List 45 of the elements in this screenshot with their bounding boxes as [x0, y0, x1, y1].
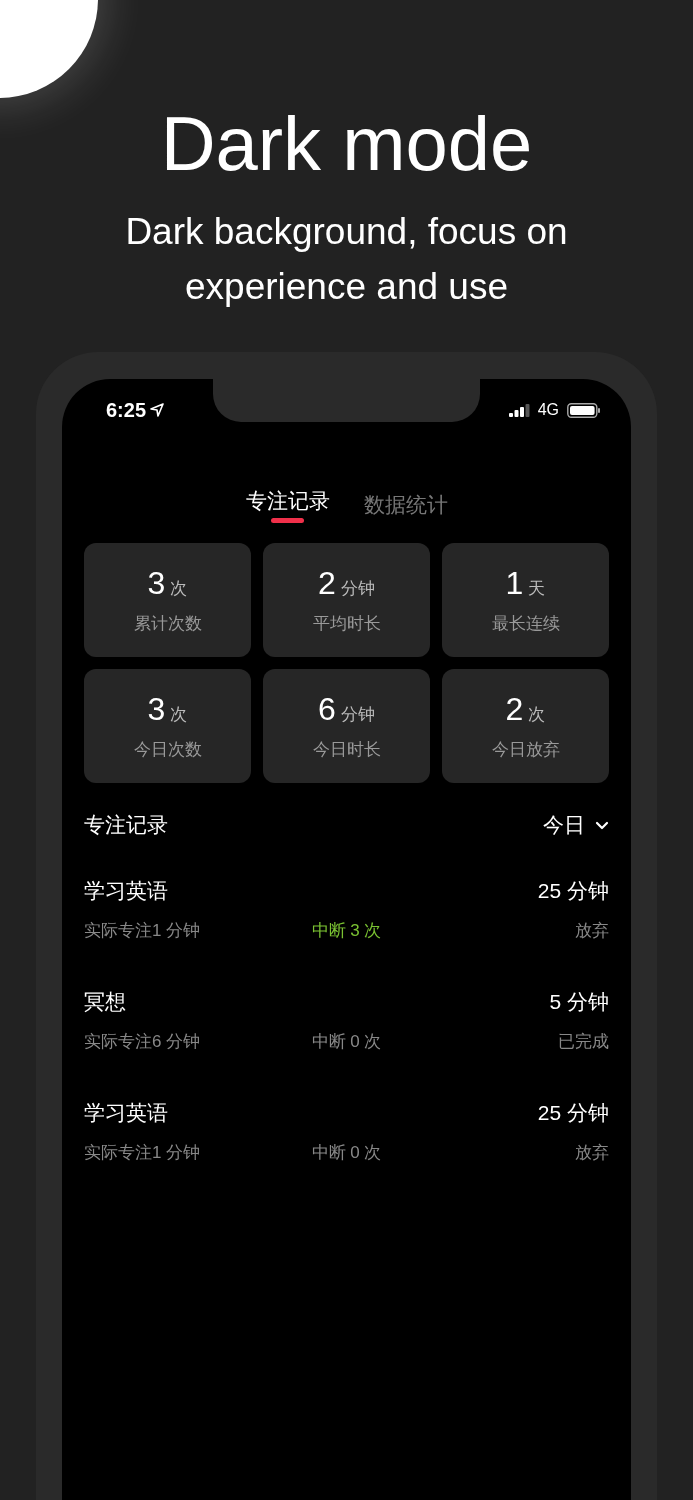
chevron-down-icon: [595, 820, 609, 830]
record-name: 冥想: [84, 989, 126, 1015]
tab[interactable]: 数据统计: [363, 487, 448, 531]
interruption-count: 中断 3 次: [311, 920, 382, 942]
actual-duration: 实际专注6 分钟: [84, 1031, 202, 1053]
tab[interactable]: 专注记录: [245, 487, 330, 531]
signal-icon: [508, 403, 530, 417]
period-dropdown[interactable]: 今日: [543, 811, 609, 839]
record-name: 学习英语: [84, 1100, 168, 1126]
interruption-count: 中断 0 次: [311, 1031, 382, 1053]
actual-duration: 实际专注1 分钟: [84, 920, 202, 942]
stat-value: 2: [505, 691, 524, 728]
stat-unit: 分钟: [340, 704, 375, 726]
record-status: 放弃: [574, 920, 609, 942]
status-time: 6:25: [106, 398, 147, 422]
planned-duration: 25 分钟: [537, 878, 609, 904]
stat-label: 今日次数: [133, 739, 202, 761]
headline: Dark mode: [160, 100, 533, 188]
record-status: 放弃: [574, 1142, 609, 1164]
stat-label: 最长连续: [491, 613, 560, 635]
stat-label: 今日放弃: [491, 739, 560, 761]
section-title: 专注记录: [84, 812, 168, 838]
network-label: 4G: [537, 401, 559, 419]
stat-label: 平均时长: [312, 613, 381, 635]
stat-label: 累计次数: [133, 613, 202, 635]
stat-unit: 次: [528, 704, 546, 726]
battery-icon: [567, 402, 601, 418]
location-arrow-icon: [150, 403, 165, 417]
interruption-count: 中断 0 次: [311, 1142, 382, 1164]
stat-unit: 分钟: [340, 578, 375, 600]
stat-value: 3: [147, 691, 166, 728]
stat-label: 今日时长: [312, 739, 381, 761]
planned-duration: 5 分钟: [549, 989, 609, 1015]
record-status: 已完成: [557, 1031, 609, 1053]
actual-duration: 实际专注1 分钟: [84, 1142, 202, 1164]
stat-value: 2: [318, 565, 336, 602]
subtitle: Dark background, focus on experience and use: [124, 210, 569, 309]
stat-value: 1: [505, 565, 524, 602]
stat-value: 6: [318, 691, 336, 728]
stat-unit: 天: [528, 578, 546, 600]
record-name: 学习英语: [84, 878, 168, 904]
stat-unit: 次: [170, 578, 188, 600]
stat-value: 3: [147, 565, 166, 602]
stat-unit: 次: [170, 704, 188, 726]
planned-duration: 25 分钟: [537, 1100, 609, 1126]
